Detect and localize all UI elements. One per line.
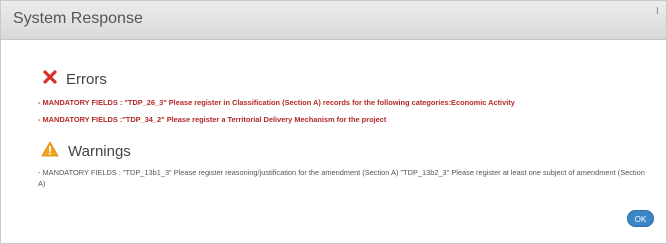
warning-message: - MANDATORY FIELDS : "TDP_13b1_3" Please…: [38, 168, 645, 188]
ok-button[interactable]: OK: [627, 210, 654, 227]
close-icon[interactable]: I: [656, 7, 660, 17]
warnings-header: Warnings: [41, 141, 131, 162]
error-message: - MANDATORY FIELDS :"TDP_34_2" Please re…: [38, 115, 387, 124]
error-message: - MANDATORY FIELDS : "TDP_26_3" Please r…: [38, 98, 515, 107]
system-response-dialog: System Response I Errors - MANDATORY FIE…: [0, 0, 667, 244]
errors-heading: Errors: [66, 71, 107, 88]
x-icon: [43, 70, 57, 89]
warnings-heading: Warnings: [68, 143, 131, 160]
dialog-title: System Response: [13, 10, 143, 27]
dialog-titlebar: System Response I: [1, 1, 666, 40]
warning-triangle-icon: [41, 141, 59, 162]
errors-header: Errors: [43, 70, 107, 89]
